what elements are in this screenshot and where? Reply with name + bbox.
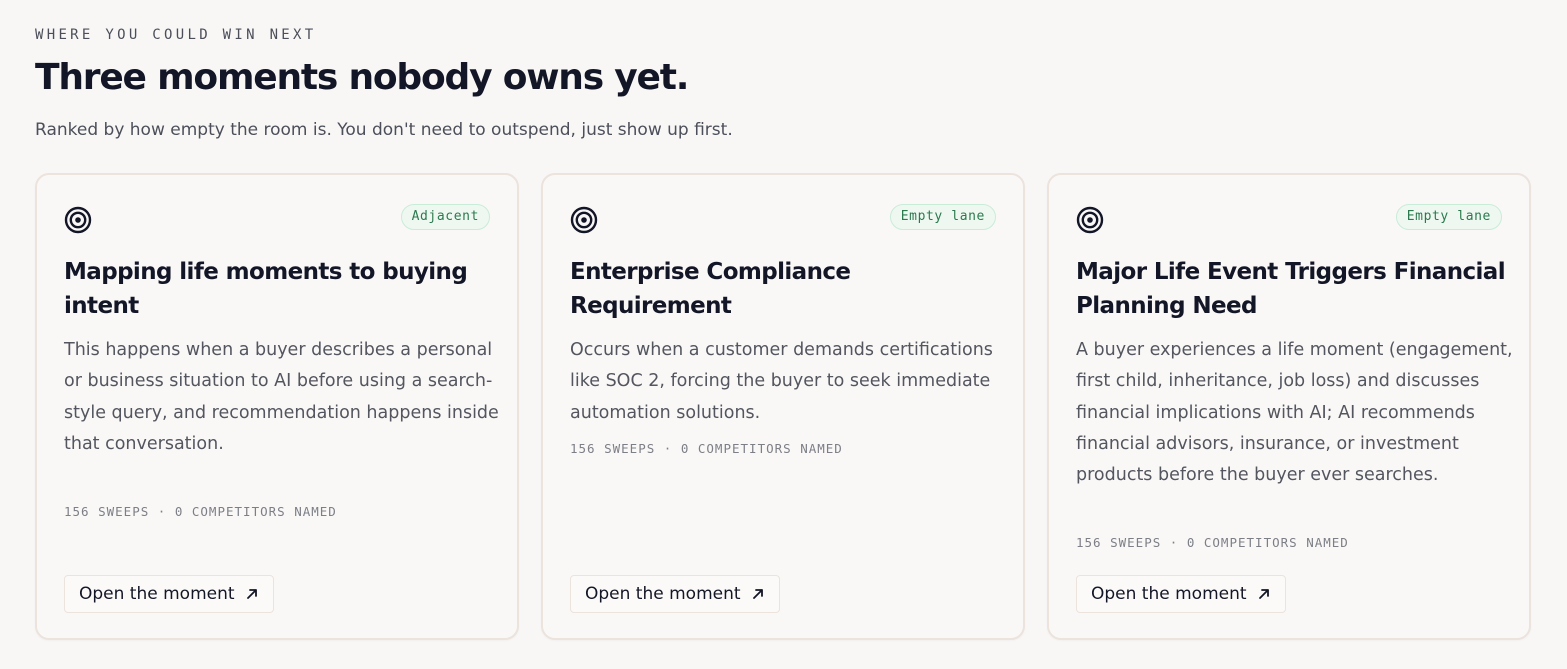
- open-moment-label: Open the moment: [1091, 584, 1247, 604]
- open-moment-button[interactable]: Open the moment: [64, 575, 274, 613]
- target-icon: [1076, 206, 1104, 234]
- card-title: Enterprise Compliance Requirement: [570, 259, 851, 319]
- eyebrow-label: WHERE YOU COULD WIN NEXT: [35, 27, 317, 43]
- open-moment-label: Open the moment: [585, 584, 741, 604]
- target-icon: [570, 206, 598, 234]
- card-meta: 156 SWEEPS · 0 COMPETITORS NAMED: [1076, 535, 1349, 550]
- arrow-up-right-icon: [1258, 589, 1269, 599]
- status-badge: Empty lane: [1395, 204, 1502, 230]
- open-moment-button[interactable]: Open the moment: [570, 575, 780, 613]
- card-meta: 156 SWEEPS · 0 COMPETITORS NAMED: [64, 504, 337, 519]
- card-description: This happens when a buyer describes a pe…: [64, 340, 499, 454]
- page-subtitle: Ranked by how empty the room is. You don…: [35, 120, 733, 140]
- open-moment-button[interactable]: Open the moment: [1076, 575, 1286, 613]
- status-badge: Adjacent: [400, 204, 490, 230]
- card-title: Major Life Event Triggers Financial Plan…: [1076, 259, 1506, 319]
- card-meta: 156 SWEEPS · 0 COMPETITORS NAMED: [570, 441, 843, 456]
- moment-card: Adjacent Mapping life moments to buying …: [35, 173, 519, 640]
- target-icon: [64, 206, 92, 234]
- open-moment-label: Open the moment: [79, 584, 235, 604]
- card-description: Occurs when a customer demands certifica…: [570, 340, 993, 423]
- arrow-up-right-icon: [246, 589, 257, 599]
- status-badge: Empty lane: [889, 204, 996, 230]
- card-description: A buyer experiences a life moment (engag…: [1076, 340, 1513, 486]
- moment-card: Empty lane Enterprise Compliance Require…: [541, 173, 1025, 640]
- moment-card: Empty lane Major Life Event Triggers Fin…: [1047, 173, 1531, 640]
- page-title: Three moments nobody owns yet.: [35, 57, 689, 98]
- moment-cards: Adjacent Mapping life moments to buying …: [35, 173, 1534, 643]
- card-title: Mapping life moments to buying intent: [64, 259, 468, 319]
- arrow-up-right-icon: [752, 589, 763, 599]
